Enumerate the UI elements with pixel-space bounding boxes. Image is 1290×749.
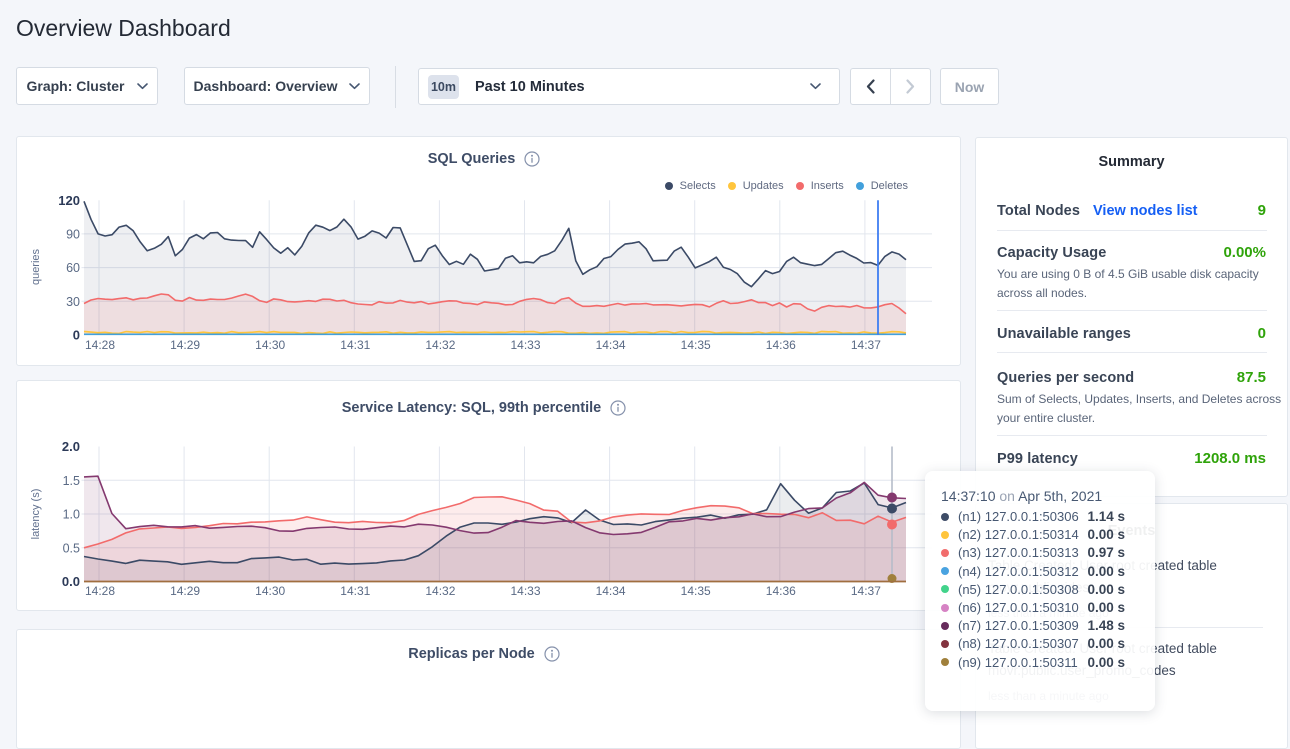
svg-text:30: 30: [66, 295, 80, 309]
svg-text:120: 120: [58, 193, 80, 208]
svg-text:0.0: 0.0: [62, 574, 80, 589]
svg-text:14:34: 14:34: [596, 338, 626, 352]
svg-text:latency (s): latency (s): [30, 489, 42, 540]
svg-text:60: 60: [66, 261, 80, 275]
svg-text:14:30: 14:30: [255, 338, 285, 352]
svg-text:14:28: 14:28: [85, 338, 115, 352]
svg-text:2.0: 2.0: [62, 439, 80, 454]
svg-text:14:29: 14:29: [170, 338, 200, 352]
svg-text:14:37: 14:37: [851, 338, 881, 352]
svg-text:14:29: 14:29: [170, 584, 200, 598]
svg-text:14:36: 14:36: [766, 584, 796, 598]
svg-text:14:30: 14:30: [255, 584, 285, 598]
svg-text:14:32: 14:32: [425, 338, 455, 352]
svg-text:14:33: 14:33: [510, 584, 540, 598]
svg-text:14:35: 14:35: [681, 584, 711, 598]
svg-text:queries: queries: [30, 248, 42, 285]
svg-text:14:32: 14:32: [425, 584, 455, 598]
svg-text:0: 0: [73, 328, 80, 343]
svg-text:1.0: 1.0: [63, 508, 80, 522]
svg-text:14:31: 14:31: [340, 584, 370, 598]
svg-text:1.5: 1.5: [63, 474, 80, 488]
svg-text:90: 90: [66, 228, 80, 242]
svg-text:14:34: 14:34: [596, 584, 626, 598]
svg-text:14:37: 14:37: [851, 584, 881, 598]
svg-text:14:35: 14:35: [681, 338, 711, 352]
svg-text:14:36: 14:36: [766, 338, 796, 352]
svg-text:0.5: 0.5: [63, 541, 80, 555]
svg-text:14:31: 14:31: [340, 338, 370, 352]
svg-text:14:33: 14:33: [510, 338, 540, 352]
svg-text:14:28: 14:28: [85, 584, 115, 598]
